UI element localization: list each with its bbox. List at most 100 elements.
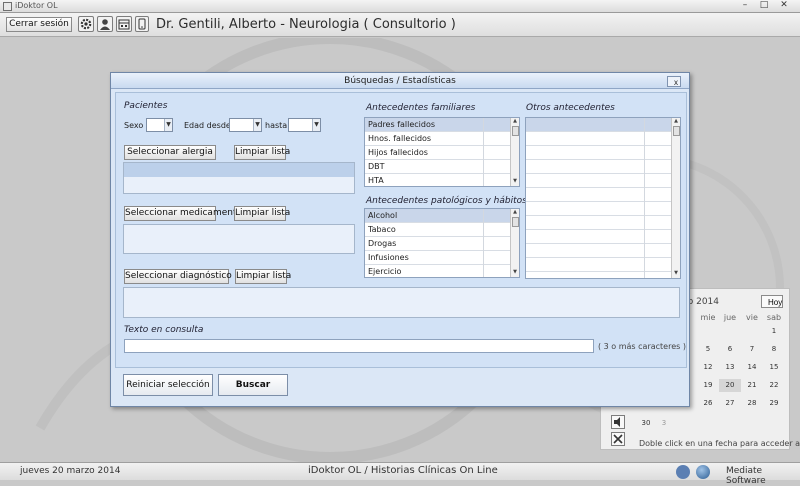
- list-item[interactable]: [526, 160, 672, 174]
- calendar-day[interactable]: 19: [697, 379, 719, 392]
- window-title-bar: iDoktor OL – □ ✕: [0, 0, 800, 13]
- search-button[interactable]: Buscar: [218, 374, 288, 396]
- list-item[interactable]: [526, 216, 672, 230]
- diagnosis-list[interactable]: [123, 287, 680, 318]
- age-from-select[interactable]: ▼: [229, 118, 262, 132]
- calendar-day[interactable]: 27: [719, 397, 741, 410]
- scroll-up-icon[interactable]: ▲: [511, 118, 519, 125]
- calendar-day[interactable]: 8: [763, 343, 785, 356]
- list-item[interactable]: [526, 132, 672, 146]
- today-button[interactable]: Hoy: [761, 295, 783, 308]
- family-history-label: Antecedentes familiares: [366, 103, 476, 113]
- calendar-day[interactable]: 21: [741, 379, 763, 392]
- select-allergy-button[interactable]: Seleccionar alergia: [124, 145, 216, 160]
- minimize-icon[interactable]: –: [737, 0, 753, 12]
- calendar-icon[interactable]: [116, 16, 132, 32]
- dialog-title: Búsquedas / Estadísticas: [111, 73, 689, 89]
- calendar-day[interactable]: 28: [741, 397, 763, 410]
- calendar-day[interactable]: 1: [763, 325, 785, 338]
- calendar-day[interactable]: 14: [741, 361, 763, 374]
- scroll-up-icon[interactable]: ▲: [511, 209, 519, 216]
- list-item[interactable]: [526, 174, 672, 188]
- calendar-day[interactable]: 12: [697, 361, 719, 374]
- calendar-day[interactable]: 15: [763, 361, 785, 374]
- reset-selection-button[interactable]: Reiniciar selección: [123, 374, 213, 396]
- list-item[interactable]: Hnos. fallecidos: [365, 132, 511, 146]
- pathological-history-scrollbar[interactable]: ▲ ▼: [510, 209, 519, 277]
- list-item[interactable]: HTA: [365, 174, 511, 186]
- scroll-up-icon[interactable]: ▲: [672, 118, 680, 125]
- list-column-divider: [483, 118, 484, 186]
- list-item[interactable]: [526, 244, 672, 258]
- other-history-scrollbar[interactable]: ▲ ▼: [671, 118, 680, 278]
- list-item[interactable]: [526, 118, 672, 132]
- phone-icon[interactable]: [135, 16, 149, 32]
- age-from-label: Edad desde: [184, 121, 231, 130]
- list-item[interactable]: Tabaco: [365, 223, 511, 237]
- list-item[interactable]: [526, 258, 672, 272]
- text-search-input[interactable]: [124, 339, 594, 353]
- medication-list[interactable]: [123, 224, 355, 254]
- calendar-day[interactable]: 6: [719, 343, 741, 356]
- maximize-icon[interactable]: □: [756, 0, 772, 12]
- calendar-day[interactable]: 26: [697, 397, 719, 410]
- dialog-close-button[interactable]: x: [667, 76, 681, 87]
- scroll-thumb[interactable]: [512, 126, 519, 136]
- speaker-icon[interactable]: [611, 415, 625, 429]
- text-search-hint: ( 3 o más caracteres ): [598, 342, 686, 351]
- scroll-thumb[interactable]: [512, 217, 519, 227]
- users-icon[interactable]: [676, 465, 690, 479]
- other-history-list[interactable]: ▲ ▼: [525, 117, 681, 279]
- list-item[interactable]: Ejercicio: [365, 265, 511, 277]
- user-icon[interactable]: [97, 16, 113, 32]
- scroll-thumb[interactable]: [673, 126, 680, 136]
- allergy-list[interactable]: [123, 162, 355, 194]
- calendar-day[interactable]: 29: [763, 397, 785, 410]
- list-item[interactable]: [526, 202, 672, 216]
- clear-medication-button[interactable]: Limpiar lista: [234, 206, 290, 221]
- family-history-list[interactable]: Padres fallecidos Hnos. fallecidos Hijos…: [364, 117, 520, 187]
- list-item[interactable]: Padres fallecidos: [365, 118, 511, 132]
- allergy-list-header: [124, 163, 354, 177]
- age-to-select[interactable]: ▼: [288, 118, 321, 132]
- tools-icon[interactable]: [611, 432, 625, 446]
- calendar-day[interactable]: 22: [763, 379, 785, 392]
- scroll-down-icon[interactable]: ▼: [511, 269, 519, 276]
- list-item[interactable]: [526, 188, 672, 202]
- list-item[interactable]: Hijos fallecidos: [365, 146, 511, 160]
- list-item[interactable]: [526, 230, 672, 244]
- select-medication-button[interactable]: Seleccionar medicamento: [124, 206, 242, 221]
- app-icon: [3, 2, 12, 11]
- chevron-down-icon[interactable]: ▼: [253, 119, 261, 131]
- calendar-day-selected[interactable]: 20: [719, 379, 741, 392]
- clear-allergy-button[interactable]: Limpiar lista: [234, 145, 290, 160]
- calendar-day[interactable]: 7: [741, 343, 763, 356]
- close-window-icon[interactable]: ✕: [776, 0, 792, 12]
- family-history-scrollbar[interactable]: ▲ ▼: [510, 118, 519, 186]
- list-item[interactable]: Alcohol: [365, 209, 511, 223]
- search-statistics-dialog: Búsquedas / Estadísticas x Pacientes Sex…: [110, 72, 690, 407]
- list-column-divider: [483, 209, 484, 277]
- chevron-down-icon[interactable]: ▼: [164, 119, 172, 131]
- list-item[interactable]: Infusiones: [365, 251, 511, 265]
- globe-icon[interactable]: [696, 465, 710, 479]
- logout-button[interactable]: Cerrar sesión: [6, 17, 72, 32]
- calendar-day[interactable]: 13: [719, 361, 741, 374]
- list-item[interactable]: DBT: [365, 160, 511, 174]
- age-to-label: hasta: [265, 121, 288, 130]
- pathological-history-list[interactable]: Alcohol Tabaco Drogas Infusiones Ejercic…: [364, 208, 520, 278]
- list-item[interactable]: Drogas: [365, 237, 511, 251]
- calendar-day[interactable]: 3: [653, 417, 675, 430]
- calendar-day[interactable]: 5: [697, 343, 719, 356]
- list-item[interactable]: [526, 146, 672, 160]
- chevron-down-icon[interactable]: ▼: [312, 119, 320, 131]
- gear-icon[interactable]: [78, 16, 94, 32]
- scroll-down-icon[interactable]: ▼: [672, 270, 680, 277]
- select-diagnosis-button[interactable]: Seleccionar diagnóstico: [124, 269, 232, 284]
- sex-select[interactable]: ▼: [146, 118, 173, 132]
- status-app-name: iDoktor OL / Historias Clínicas On Line: [308, 465, 498, 476]
- patients-label: Pacientes: [124, 101, 168, 111]
- clear-diagnosis-button[interactable]: Limpiar lista: [235, 269, 291, 284]
- scroll-down-icon[interactable]: ▼: [511, 178, 519, 185]
- other-history-label: Otros antecedentes: [526, 103, 615, 113]
